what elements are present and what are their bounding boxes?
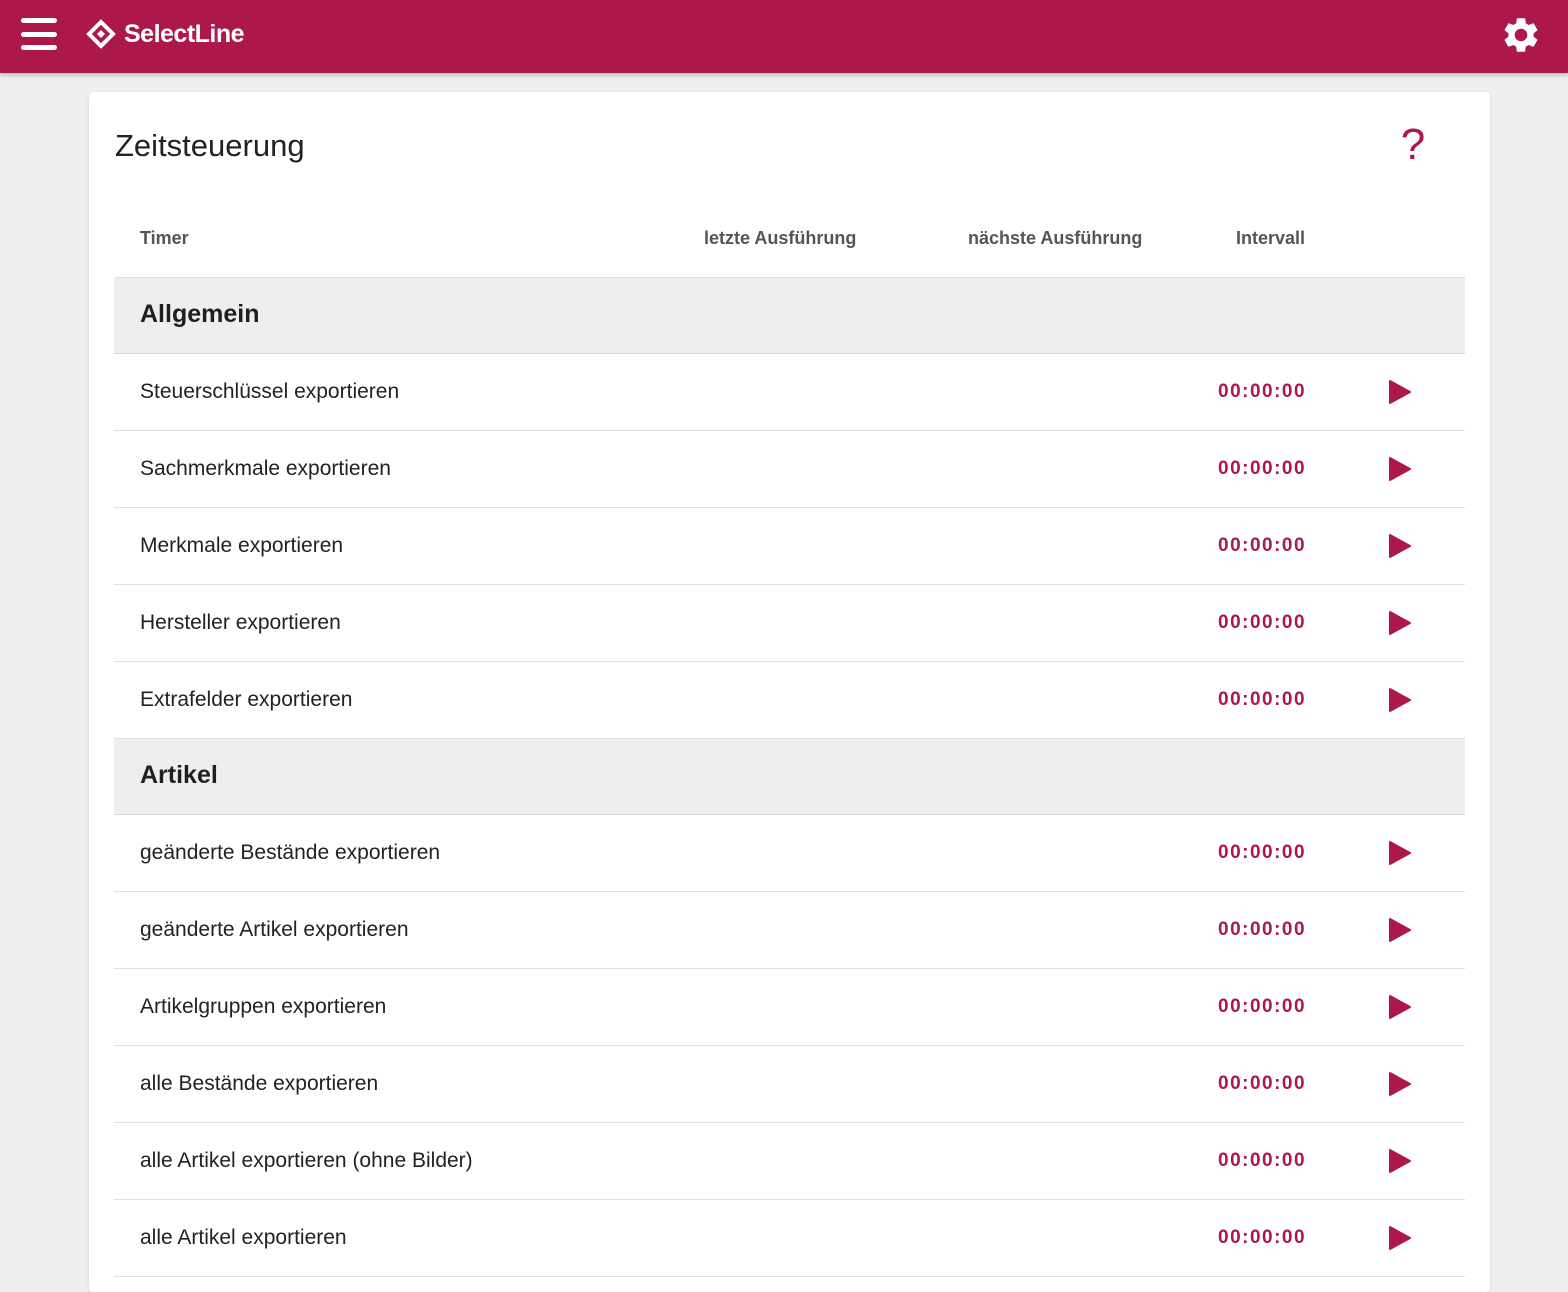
table-row[interactable]: Merkmale exportieren 00:00:00	[114, 508, 1465, 585]
menu-line	[21, 45, 57, 50]
section-title: Allgemein	[140, 300, 260, 328]
play-icon	[1389, 841, 1411, 865]
timer-name: geänderte Bestände exportieren	[140, 841, 441, 864]
table-row[interactable]: geänderte Bestände exportieren 00:00:00	[114, 815, 1465, 892]
table-row[interactable]: Artikelgruppen exportieren 00:00:00	[114, 969, 1465, 1046]
selectline-logo[interactable]: SelectLine	[86, 16, 245, 52]
menu-line	[21, 31, 57, 37]
table-row[interactable]: alle Artikel exportieren 00:00:00	[114, 1200, 1465, 1277]
run-timer-button[interactable]	[1386, 455, 1414, 483]
timer-card: Zeitsteuerung ? Timer letzte Ausführung …	[89, 92, 1490, 1292]
timer-name: Merkmale exportieren	[140, 534, 344, 557]
play-icon	[1389, 995, 1411, 1019]
interval-value: 00:00:00	[1218, 1227, 1307, 1248]
interval-value: 00:00:00	[1218, 612, 1307, 633]
menu-line	[21, 18, 57, 23]
run-timer-button[interactable]	[1386, 609, 1414, 637]
play-icon	[1389, 611, 1411, 635]
interval-value: 00:00:00	[1218, 458, 1307, 479]
table-row[interactable]: Extrafelder exportieren 00:00:00	[114, 662, 1465, 739]
play-icon	[1389, 918, 1411, 942]
table-header: Timer letzte Ausführung nächste Ausführu…	[114, 200, 1465, 278]
page-title: Zeitsteuerung	[115, 128, 305, 163]
timer-name: Steuerschlüssel exportieren	[140, 380, 400, 403]
interval-value: 00:00:00	[1218, 381, 1307, 402]
play-icon	[1389, 380, 1411, 404]
table-row[interactable]: geänderte Artikel exportieren 00:00:00	[114, 892, 1465, 969]
interval-value: 00:00:00	[1218, 535, 1307, 556]
timer-name: Extrafelder exportieren	[140, 688, 353, 711]
run-timer-button[interactable]	[1386, 532, 1414, 560]
timer-name: alle Artikel exportieren (ohne Bilder)	[140, 1149, 473, 1172]
help-icon[interactable]: ?	[1395, 120, 1431, 170]
run-timer-button[interactable]	[1386, 993, 1414, 1021]
interval-value: 00:00:00	[1218, 1150, 1307, 1171]
play-icon	[1389, 688, 1411, 712]
play-icon	[1389, 1149, 1411, 1173]
app-bar: SelectLine	[0, 0, 1568, 73]
interval-value: 00:00:00	[1218, 996, 1307, 1017]
settings-button[interactable]	[1500, 14, 1542, 56]
timer-name: Artikelgruppen exportieren	[140, 995, 387, 1018]
play-icon	[1389, 1226, 1411, 1250]
interval-value: 00:00:00	[1218, 1073, 1307, 1094]
section-header: Artikel	[114, 739, 1465, 815]
timer-table: Timer letzte Ausführung nächste Ausführu…	[114, 200, 1465, 1277]
play-icon	[1389, 457, 1411, 481]
table-row[interactable]: alle Bestände exportieren 00:00:00	[114, 1046, 1465, 1123]
section-title: Artikel	[140, 761, 218, 789]
play-icon	[1389, 534, 1411, 558]
timer-name: alle Bestände exportieren	[140, 1072, 379, 1095]
column-header-last-run[interactable]: letzte Ausführung	[704, 228, 856, 249]
interval-value: 00:00:00	[1218, 919, 1307, 940]
table-row[interactable]: alle Artikel exportieren (ohne Bilder) 00…	[114, 1123, 1465, 1200]
table-row[interactable]: Hersteller exportieren 00:00:00	[114, 585, 1465, 662]
run-timer-button[interactable]	[1386, 916, 1414, 944]
run-timer-button[interactable]	[1386, 686, 1414, 714]
table-row[interactable]: Steuerschlüssel exportieren 00:00:00	[114, 354, 1465, 431]
timer-name: alle Artikel exportieren	[140, 1226, 347, 1249]
run-timer-button[interactable]	[1386, 1147, 1414, 1175]
timer-name: geänderte Artikel exportieren	[140, 918, 409, 941]
brand-name: SelectLine	[124, 19, 245, 48]
interval-value: 00:00:00	[1218, 842, 1307, 863]
table-row[interactable]: Sachmerkmale exportieren 00:00:00	[114, 431, 1465, 508]
run-timer-button[interactable]	[1386, 378, 1414, 406]
column-header-timer[interactable]: Timer	[140, 228, 189, 249]
column-header-interval[interactable]: Intervall	[1236, 228, 1305, 249]
timer-name: Hersteller exportieren	[140, 611, 341, 634]
run-timer-button[interactable]	[1386, 1224, 1414, 1252]
hamburger-menu-icon[interactable]	[20, 16, 58, 52]
column-header-next-run[interactable]: nächste Ausführung	[968, 228, 1142, 249]
section-header: Allgemein	[114, 278, 1465, 354]
run-timer-button[interactable]	[1386, 1070, 1414, 1098]
timer-name: Sachmerkmale exportieren	[140, 457, 391, 480]
logo-diamond-icon	[86, 19, 116, 49]
interval-value: 00:00:00	[1218, 689, 1307, 710]
play-icon	[1389, 1072, 1411, 1096]
table-body: Allgemein Steuerschlüssel exportieren 00:0…	[114, 278, 1465, 1277]
run-timer-button[interactable]	[1386, 839, 1414, 867]
gear-icon	[1504, 18, 1538, 52]
